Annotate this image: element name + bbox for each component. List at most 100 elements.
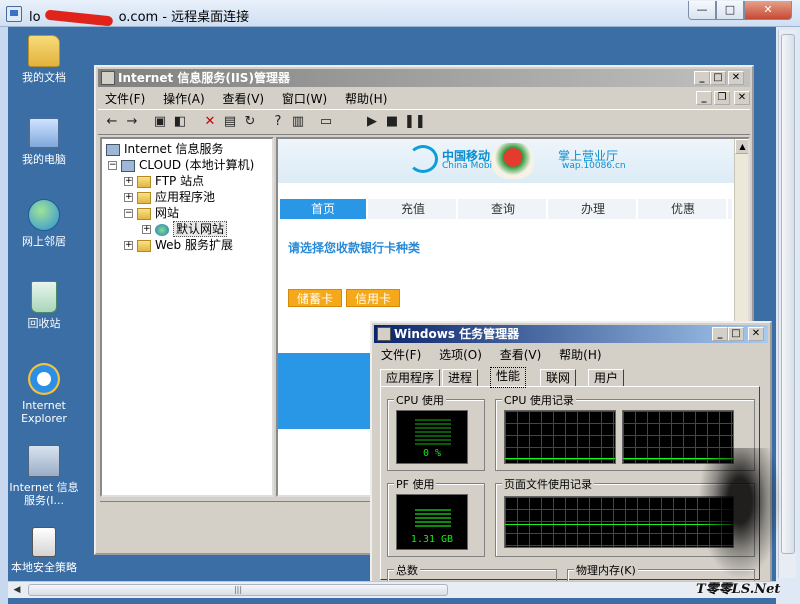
show-tree-icon[interactable]: ◧ (172, 114, 188, 130)
desktop-icon-my-documents[interactable]: 我的文档 (8, 35, 80, 84)
iis-menu-help[interactable]: 帮助(H) (338, 89, 394, 109)
back-icon[interactable]: ← (104, 114, 120, 130)
rdp-maximize-button[interactable]: □ (716, 1, 744, 20)
tm-menu-file[interactable]: 文件(F) (374, 345, 428, 365)
expand-icon[interactable]: + (142, 225, 151, 234)
rdp-horizontal-scroll-thumb[interactable]: ||| (28, 584, 448, 596)
mdi-close-button[interactable]: ✕ (734, 91, 750, 105)
rdp-titlebar[interactable]: lo o.com - 远程桌面连接 — □ ✕ (0, 0, 800, 27)
forward-icon[interactable]: → (124, 114, 140, 130)
desktop-icon-label: 网上邻居 (22, 235, 66, 248)
site-url: wap.10086.cn (562, 161, 626, 171)
help-icon[interactable]: ? (270, 114, 286, 130)
task-manager-app-icon (377, 327, 391, 341)
task-manager-titlebar[interactable]: Windows 任务管理器 _ □ ✕ (374, 325, 768, 343)
desktop-icon-network-places[interactable]: 网上邻居 (8, 199, 80, 248)
desktop-icon-recycle-bin[interactable]: 回收站 (8, 281, 80, 330)
tab-users[interactable]: 用户 (588, 369, 625, 387)
desktop-icon-iis-manager[interactable]: Internet 信息服务(I... (8, 445, 80, 507)
rdp-vertical-scroll-thumb[interactable] (781, 34, 795, 554)
iis-maximize-button[interactable]: □ (710, 71, 726, 85)
iis-tree-pane: Internet 信息服务 − CLOUD (本地计算机) + FTP 站点 + 应用… (100, 137, 274, 497)
tab-networking[interactable]: 联网 (540, 369, 577, 387)
nav-home[interactable]: 首页 (280, 199, 368, 219)
mdi-minimize-button[interactable]: _ (696, 91, 712, 105)
properties-icon[interactable]: ▤ (222, 114, 238, 130)
folder-icon (137, 207, 151, 220)
tab-performance[interactable]: 性能 (490, 367, 527, 388)
iis-title-text: Internet 信息服务(IIS)管理器 (118, 71, 290, 85)
task-manager-menubar: 文件(F) 选项(O) 查看(V) 帮助(H) (374, 345, 768, 365)
stop-icon[interactable]: ■ (384, 114, 400, 130)
refresh-icon[interactable]: ↻ (242, 114, 258, 130)
nav-query[interactable]: 查询 (460, 199, 548, 219)
delete-icon[interactable]: ✕ (202, 114, 218, 130)
expand-icon[interactable]: + (124, 177, 133, 186)
rdp-horizontal-scrollbar[interactable]: ◀ ||| (8, 581, 776, 598)
tm-menu-help[interactable]: 帮助(H) (552, 345, 608, 365)
nav-recharge[interactable]: 充值 (370, 199, 458, 219)
dragon-watermark-icon (698, 448, 782, 580)
recycle-bin-icon (31, 281, 57, 313)
iis-menu-action[interactable]: 操作(A) (156, 89, 212, 109)
tm-menu-options[interactable]: 选项(O) (432, 345, 489, 365)
computer-toolbar-icon[interactable]: ▭ (318, 114, 334, 130)
tree-node-ftp[interactable]: + FTP 站点 (124, 173, 204, 189)
collapse-icon[interactable]: − (108, 161, 117, 170)
site-watermark: T零零LS.Net (696, 582, 781, 597)
tm-close-button[interactable]: ✕ (748, 327, 764, 341)
expand-icon[interactable]: + (124, 193, 133, 202)
desktop-icon-internet-explorer[interactable]: Internet Explorer (8, 363, 80, 425)
iis-shortcut-icon (28, 445, 60, 477)
mdi-restore-button[interactable]: ❐ (714, 91, 730, 105)
credit-card-button[interactable]: 信用卡 (346, 289, 401, 307)
cpu-history-label: CPU 使用记录 (502, 392, 576, 408)
iis-minimize-button[interactable]: _ (694, 71, 710, 85)
tab-applications[interactable]: 应用程序 (380, 369, 441, 387)
tree-node-app-pools[interactable]: + 应用程序池 (124, 189, 215, 205)
santa-banner-icon (492, 143, 534, 179)
cpu-usage-value: 0 % (422, 448, 442, 459)
iis-titlebar[interactable]: Internet 信息服务(IIS)管理器 _ □ ✕ (98, 69, 750, 87)
expand-icon[interactable]: + (124, 241, 133, 250)
ie-icon (28, 363, 60, 395)
tm-maximize-button[interactable]: □ (728, 327, 744, 341)
scroll-up-icon[interactable]: ▲ (735, 139, 748, 154)
tree-node-root[interactable]: Internet 信息服务 (106, 141, 223, 157)
totals-group: 总数 (387, 562, 557, 581)
nav-offers[interactable]: 优惠 (640, 199, 728, 219)
tree-node-websites[interactable]: − 网站 (124, 205, 179, 221)
iis-menu-file[interactable]: 文件(F) (98, 89, 152, 109)
totals-label: 总数 (394, 562, 420, 578)
desktop-icon-my-computer[interactable]: 我的电脑 (8, 117, 80, 166)
pause-icon[interactable]: ❚❚ (404, 114, 426, 130)
desktop-icon-label: Internet 信息服务(I... (9, 481, 79, 507)
nav-handle[interactable]: 办理 (550, 199, 638, 219)
iis-close-button[interactable]: ✕ (728, 71, 744, 85)
export-icon[interactable]: ▥ (290, 114, 306, 130)
computer-icon (28, 117, 60, 149)
rdp-close-button[interactable]: ✕ (744, 1, 792, 20)
debit-card-button[interactable]: 储蓄卡 (288, 289, 343, 307)
start-icon[interactable]: ▶ (364, 114, 380, 130)
pf-usage-label: PF 使用 (394, 476, 437, 492)
tree-node-web-extensions[interactable]: + Web 服务扩展 (124, 237, 233, 253)
tree-node-default-site[interactable]: + 默认网站 (142, 221, 228, 237)
up-folder-icon[interactable]: ▣ (152, 114, 168, 130)
iis-menu-view[interactable]: 查看(V) (216, 89, 272, 109)
task-manager-tabs: 应用程序 进程 性能 联网 用户 (380, 367, 760, 388)
china-mobile-logo-icon (408, 145, 438, 173)
tab-processes[interactable]: 进程 (442, 369, 479, 387)
iis-app-icon (101, 71, 115, 85)
folder-icon (28, 35, 60, 67)
rdp-minimize-button[interactable]: — (688, 1, 716, 20)
iis-menu-window[interactable]: 窗口(W) (275, 89, 334, 109)
tree-node-computer[interactable]: − CLOUD (本地计算机) (108, 157, 254, 173)
pf-history-label: 页面文件使用记录 (502, 476, 594, 492)
desktop-icon-security-policy[interactable]: 本地安全策略 (8, 527, 80, 574)
collapse-icon[interactable]: − (124, 209, 133, 218)
tm-minimize-button[interactable]: _ (712, 327, 728, 341)
scroll-left-icon[interactable]: ◀ (10, 583, 24, 597)
tm-menu-view[interactable]: 查看(V) (493, 345, 549, 365)
china-mobile-header: 中国移动 China Mobile 掌上营业厅 wap.10086.cn (278, 139, 734, 183)
